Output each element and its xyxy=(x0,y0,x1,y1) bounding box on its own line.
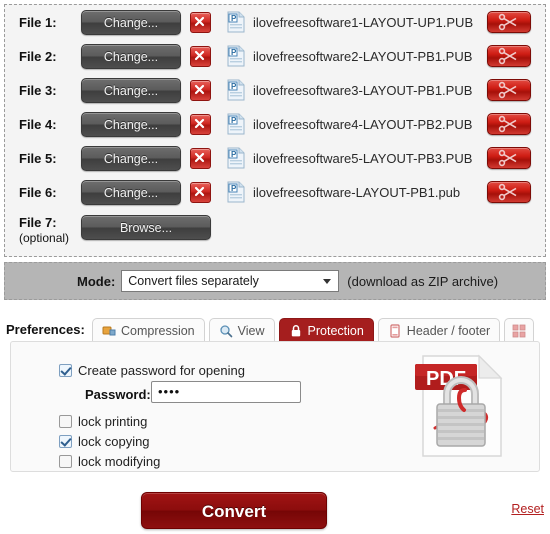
red-x-delete-icon[interactable] xyxy=(190,113,211,135)
password-input[interactable]: •••• xyxy=(151,381,301,403)
red-x-delete-icon[interactable] xyxy=(190,147,211,169)
convert-button[interactable]: Convert xyxy=(141,492,327,529)
red-x-delete-icon[interactable] xyxy=(190,45,211,67)
file-row: File 2: Change... P ilovefreesoftware2-L… xyxy=(5,39,545,73)
publisher-file-icon: P xyxy=(226,11,246,33)
chevron-down-icon xyxy=(323,279,332,284)
padlock-icon xyxy=(289,324,303,338)
page-icon xyxy=(388,323,402,338)
svg-text:P: P xyxy=(231,14,237,23)
scissors-icon[interactable] xyxy=(487,147,531,169)
create-password-checkbox[interactable] xyxy=(59,364,72,377)
mode-bar: Mode: Convert files separately (download… xyxy=(4,262,546,300)
create-password-row[interactable]: Create password for opening xyxy=(59,363,245,378)
tab-header-footer[interactable]: Header / footer xyxy=(377,318,501,342)
file-row: File 3: Change... P ilovefreesoftware3-L… xyxy=(5,73,545,107)
create-password-label: Create password for opening xyxy=(78,363,245,378)
svg-text:P: P xyxy=(231,116,237,125)
tab-label: Header / footer xyxy=(406,323,491,338)
grid-squares-icon xyxy=(512,324,526,338)
publisher-file-icon: P xyxy=(226,147,246,169)
file-label: File 4: xyxy=(19,116,57,132)
mode-label: Mode: xyxy=(77,273,116,289)
scissors-icon[interactable] xyxy=(487,113,531,135)
scissors-icon[interactable] xyxy=(487,79,531,101)
file-row: File 4: Change... P ilovefreesoftware4-L… xyxy=(5,107,545,141)
file-label: File 3: xyxy=(19,82,57,98)
password-label: Password: xyxy=(85,387,151,402)
magnifier-icon xyxy=(219,324,233,338)
file-name: ilovefreesoftware-LAYOUT-PB1.pub xyxy=(253,184,461,200)
change-file-button[interactable]: Change... xyxy=(81,111,181,137)
lock-copying-row[interactable]: lock copying xyxy=(59,434,150,449)
scissors-icon[interactable] xyxy=(487,11,531,33)
file-label: File 2: xyxy=(19,48,57,64)
file-label-optional-note: (optional) xyxy=(19,231,70,245)
lock-copying-label: lock copying xyxy=(78,434,150,449)
lock-copying-checkbox[interactable] xyxy=(59,435,72,448)
tab-compression[interactable]: Compression xyxy=(92,318,205,342)
svg-text:P: P xyxy=(231,184,237,193)
scissors-icon[interactable] xyxy=(487,45,531,67)
scissors-icon[interactable] xyxy=(487,181,531,203)
protection-panel: Create password for opening Password: ••… xyxy=(10,341,540,472)
publisher-file-icon: P xyxy=(226,45,246,67)
file-label: File 6: xyxy=(19,184,57,200)
file-label-optional: File 7: (optional) xyxy=(19,215,81,245)
file-name: ilovefreesoftware4-LAYOUT-PB2.PUB xyxy=(253,116,473,132)
file-name: ilovefreesoftware5-LAYOUT-PB3.PUB xyxy=(253,150,473,166)
lock-modifying-checkbox[interactable] xyxy=(59,455,72,468)
change-file-button[interactable]: Change... xyxy=(81,179,181,205)
change-file-button[interactable]: Change... xyxy=(81,43,181,69)
mode-hint: (download as ZIP archive) xyxy=(347,273,499,289)
file-label: File 1: xyxy=(19,14,57,30)
file-row: File 5: Change... P ilovefreesoftware5-L… xyxy=(5,141,545,175)
preferences-tabs: Compression View Protection Header / foo… xyxy=(92,316,538,342)
reset-link[interactable]: Reset xyxy=(511,502,544,516)
change-file-button[interactable]: Change... xyxy=(81,145,181,171)
tab-label: Compression xyxy=(121,323,195,338)
mode-select[interactable]: Convert files separately xyxy=(121,270,340,292)
svg-text:P: P xyxy=(231,150,237,159)
file-row-optional: File 7: (optional) Browse... xyxy=(5,209,545,251)
change-file-button[interactable]: Change... xyxy=(81,77,181,103)
pdf-lock-graphic: PDF xyxy=(405,350,517,462)
lock-printing-checkbox[interactable] xyxy=(59,415,72,428)
publisher-file-icon: P xyxy=(226,113,246,135)
compression-icon xyxy=(102,324,116,338)
red-x-delete-icon[interactable] xyxy=(190,79,211,101)
file-name: ilovefreesoftware2-LAYOUT-PB1.PUB xyxy=(253,48,473,64)
tab-layout[interactable] xyxy=(504,318,535,342)
lock-printing-label: lock printing xyxy=(78,414,148,429)
red-x-delete-icon[interactable] xyxy=(190,11,211,33)
file-row: File 1: Change... P ilovefreesoftware1-L… xyxy=(5,5,545,39)
file-name: ilovefreesoftware1-LAYOUT-UP1.PUB xyxy=(253,14,474,30)
mode-select-value: Convert files separately xyxy=(128,274,259,288)
files-panel: File 1: Change... P ilovefreesoftware1-L… xyxy=(4,4,546,257)
lock-printing-row[interactable]: lock printing xyxy=(59,414,147,429)
file-label-text: File 7: xyxy=(19,215,57,230)
svg-text:P: P xyxy=(231,82,237,91)
preferences-label: Preferences: xyxy=(6,322,85,337)
red-x-delete-icon[interactable] xyxy=(190,181,211,203)
browse-button[interactable]: Browse... xyxy=(81,215,211,240)
file-label: File 5: xyxy=(19,150,57,166)
lock-modifying-row[interactable]: lock modifying xyxy=(59,454,160,469)
tab-label: Protection xyxy=(307,323,364,338)
tab-label: View xyxy=(237,323,265,338)
publisher-file-icon: P xyxy=(226,79,246,101)
change-file-button[interactable]: Change... xyxy=(81,9,181,35)
lock-modifying-label: lock modifying xyxy=(78,454,161,469)
file-row: File 6: Change... P ilovefreesoftware-LA… xyxy=(5,175,545,209)
tab-protection[interactable]: Protection xyxy=(278,318,374,342)
tab-view[interactable]: View xyxy=(208,318,275,342)
file-name: ilovefreesoftware3-LAYOUT-PB1.PUB xyxy=(253,82,473,98)
publisher-file-icon: P xyxy=(226,181,246,203)
svg-text:P: P xyxy=(231,48,237,57)
